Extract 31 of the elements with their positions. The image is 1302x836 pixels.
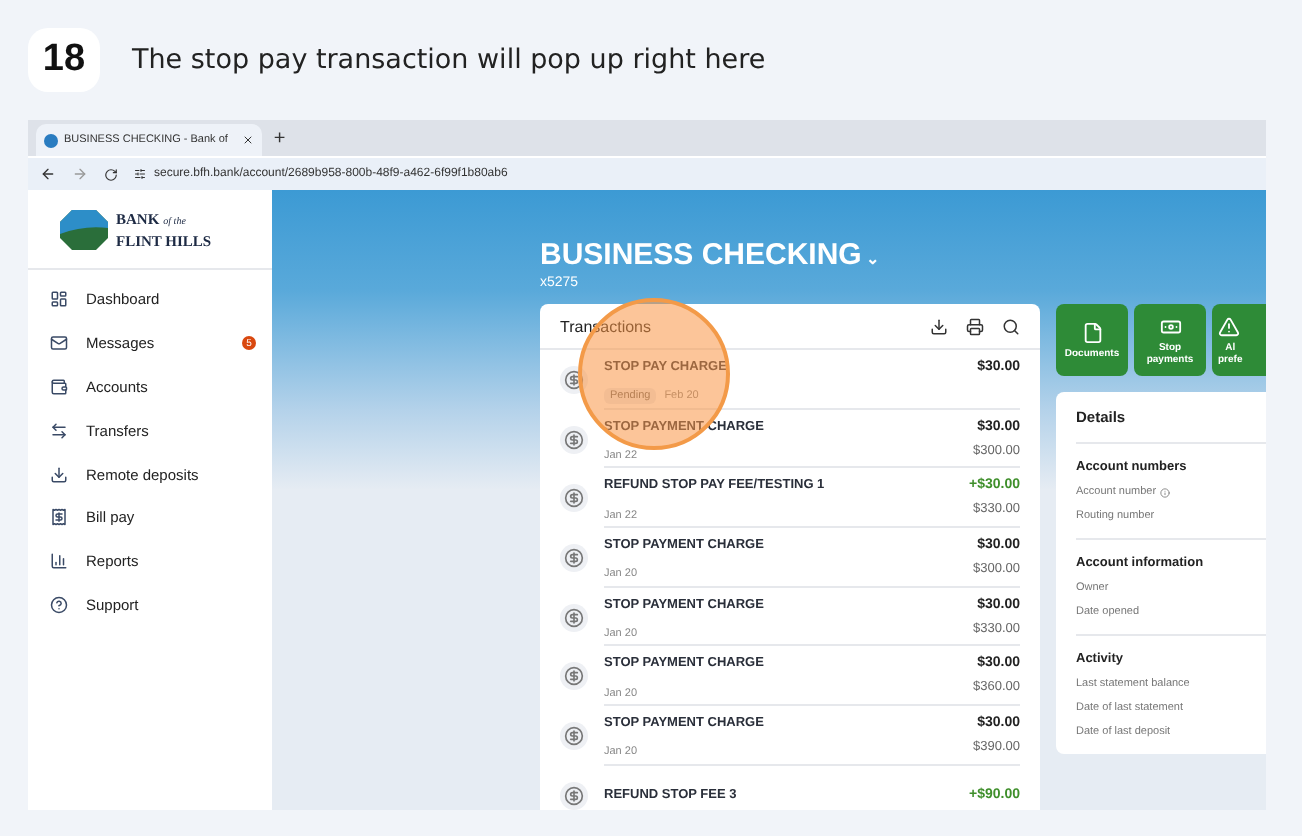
dollar-icon bbox=[560, 721, 588, 750]
step-caption: The stop pay transaction will pop up right here bbox=[132, 44, 766, 76]
download-icon[interactable] bbox=[930, 317, 948, 335]
print-icon[interactable] bbox=[966, 317, 984, 335]
help-icon bbox=[50, 595, 68, 614]
favicon-icon bbox=[44, 133, 58, 147]
alert-icon bbox=[1218, 315, 1240, 337]
wallet-icon bbox=[50, 377, 68, 396]
back-icon[interactable] bbox=[40, 166, 56, 182]
close-icon[interactable] bbox=[241, 134, 254, 146]
mail-icon bbox=[50, 334, 68, 353]
dashboard-icon bbox=[50, 290, 68, 309]
search-icon[interactable] bbox=[1002, 317, 1020, 335]
dollar-icon bbox=[560, 365, 588, 394]
dollar-icon bbox=[560, 543, 588, 572]
reload-icon[interactable] bbox=[104, 167, 118, 181]
dollar-icon bbox=[560, 662, 588, 691]
bill-icon bbox=[50, 508, 68, 527]
transfer-icon bbox=[50, 421, 68, 440]
new-tab-button[interactable]: + bbox=[273, 124, 286, 156]
deposit-icon bbox=[50, 465, 68, 484]
report-icon bbox=[50, 552, 68, 571]
dollar-icon bbox=[560, 484, 588, 513]
dollar-icon bbox=[560, 603, 588, 632]
document-icon bbox=[1081, 321, 1103, 343]
dollar-icon bbox=[560, 781, 588, 810]
account-title: BUSINESS CHECKING bbox=[540, 238, 862, 272]
dollar-icon bbox=[560, 425, 588, 454]
step-number: 18 bbox=[28, 28, 100, 92]
site-settings-icon[interactable] bbox=[134, 168, 146, 180]
logo-icon bbox=[60, 209, 108, 249]
